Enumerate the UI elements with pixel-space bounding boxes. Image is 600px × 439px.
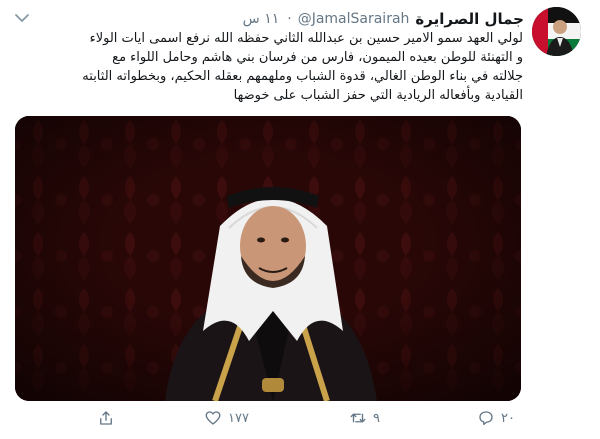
display-name[interactable]: جمال الصرايرة [415,10,524,28]
share-icon [100,411,112,425]
timestamp[interactable]: ١١ س [243,11,280,27]
like-count: ١٧٧ [228,410,249,426]
heart-icon [205,411,221,425]
separator-dot: · [287,11,292,27]
tweet-text: لولي العهد سمو الامير حسين بن عبدالله ال… [18,29,523,105]
tweet-actions: ٢٠ ٩ ١٧٧ [0,404,600,434]
tweet-text-line: و التهنئة للوطن بعيده الميمون، فارس من ف… [112,50,523,65]
retweet-icon [350,413,366,423]
reply-button[interactable]: ٢٠ [477,409,515,427]
avatar[interactable] [532,7,581,56]
user-handle[interactable]: @JamalSarairah [298,11,410,27]
tweet-text-line: القيادية وبأفعاله الريادية التي حفز الشب… [233,88,523,103]
tweet-text-line: لولي العهد سمو الامير حسين بن عبدالله ال… [89,31,523,46]
reply-count: ٢٠ [501,410,515,426]
retweet-button[interactable]: ٩ [349,409,380,427]
tweet-header: ١١ س · @JamalSarairah جمال الصرايرة [243,9,524,29]
tweet-text-line: جلالته في بناء الوطن الغالي، قدوة الشباب… [82,69,523,84]
chevron-down-icon[interactable] [14,12,30,24]
reply-icon [479,411,493,426]
tweet-media-photo[interactable] [15,116,521,401]
share-button[interactable] [97,409,121,427]
like-button[interactable]: ١٧٧ [204,409,249,427]
tweet: ١١ س · @JamalSarairah جمال الصرايرة لولي… [0,0,600,439]
retweet-count: ٩ [373,410,380,426]
